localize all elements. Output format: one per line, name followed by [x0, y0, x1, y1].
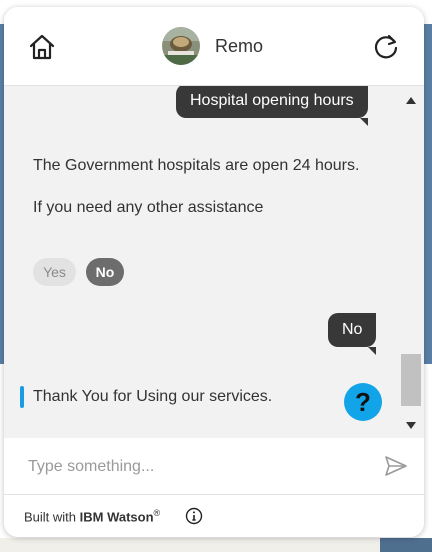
home-icon [29, 34, 55, 60]
message-list: Hospital opening hours The Government ho… [4, 86, 424, 438]
chat-widget: Remo Hospital opening hours The Governme… [4, 7, 424, 537]
user-message: No [328, 313, 377, 355]
bot-message: Thank You for Using our services. [33, 388, 273, 405]
message-accent-bar [20, 386, 24, 408]
scroll-up-arrow-icon[interactable] [406, 97, 416, 104]
scroll-down-arrow-icon[interactable] [406, 422, 416, 429]
refresh-icon [374, 34, 398, 59]
scrollbar[interactable] [399, 86, 424, 438]
backdrop-bottom-band [0, 538, 432, 552]
option-no-button[interactable]: No [86, 258, 124, 286]
bot-name: Remo [215, 36, 264, 56]
send-button[interactable] [384, 454, 408, 478]
info-icon [185, 507, 203, 525]
refresh-button[interactable] [370, 31, 402, 63]
info-button[interactable] [185, 507, 203, 525]
chat-header: Remo [4, 7, 424, 86]
message-input[interactable] [26, 452, 360, 482]
trademark-symbol: ® [153, 508, 161, 518]
help-button[interactable]: ? [344, 383, 382, 421]
send-icon [385, 456, 407, 476]
backdrop-bottom-dark [380, 538, 432, 552]
scroll-thumb[interactable] [401, 354, 421, 406]
user-message: Hospital opening hours [176, 86, 368, 126]
powered-by-prefix: Built with [24, 509, 80, 525]
bot-message: The Government hospitals are open 24 hou… [33, 157, 360, 174]
bot-message: If you need any other assistance [33, 199, 264, 216]
bot-avatar [162, 27, 200, 65]
brand-name: IBM Watson [79, 509, 154, 525]
powered-by-text: Built with IBM Watson® [24, 508, 160, 524]
footer: Built with IBM Watson® [4, 495, 424, 537]
message-composer [4, 438, 424, 495]
home-button[interactable] [26, 31, 58, 63]
option-yes-button[interactable]: Yes [33, 258, 76, 286]
